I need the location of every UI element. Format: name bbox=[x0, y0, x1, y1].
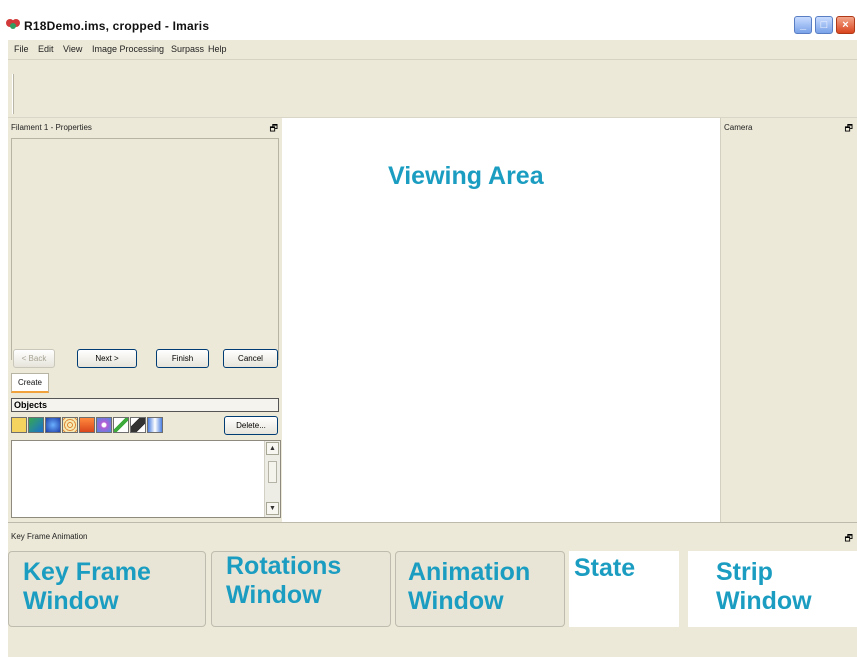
menu-bar: File Edit View Image Processing Surpass … bbox=[8, 40, 857, 60]
animation-window[interactable]: Animation Window bbox=[395, 551, 565, 627]
objects-header: Objects bbox=[11, 398, 279, 412]
filaments-icon[interactable] bbox=[113, 417, 129, 433]
menu-edit[interactable]: Edit bbox=[38, 44, 54, 54]
minimize-button[interactable]: _ bbox=[794, 16, 812, 34]
scroll-down-icon[interactable]: ▼ bbox=[266, 502, 279, 515]
objects-list[interactable]: ▲ ▼ bbox=[11, 440, 281, 518]
clipping-plane-icon[interactable] bbox=[130, 417, 146, 433]
rotations-window-line2: Window bbox=[226, 581, 322, 609]
properties-body bbox=[11, 138, 279, 360]
strip-window[interactable]: Strip Window bbox=[688, 551, 857, 627]
toolbar bbox=[8, 60, 857, 118]
imaris-app-icon bbox=[6, 19, 20, 29]
key-frame-animation-panel: Key Frame Animation 🗗 Key Frame Window R… bbox=[8, 522, 857, 657]
measurement-points-icon[interactable] bbox=[79, 417, 95, 433]
camera-title: Camera bbox=[724, 123, 753, 132]
new-folder-icon[interactable] bbox=[11, 417, 27, 433]
rotations-window[interactable]: Rotations Window bbox=[211, 551, 391, 627]
key-frame-title: Key Frame Animation bbox=[11, 532, 88, 541]
delete-button[interactable]: Delete... bbox=[224, 416, 278, 435]
cancel-button[interactable]: Cancel bbox=[223, 349, 278, 368]
camera-header: Camera bbox=[721, 118, 857, 135]
menu-image-processing[interactable]: Image Processing bbox=[92, 44, 164, 54]
key-frame-header: Key Frame Animation bbox=[8, 523, 857, 541]
close-button[interactable]: × bbox=[836, 16, 855, 34]
maximize-button[interactable]: □ bbox=[815, 16, 833, 34]
menu-view[interactable]: View bbox=[63, 44, 82, 54]
key-frame-window-line2: Window bbox=[23, 587, 119, 615]
animation-window-line1: Animation bbox=[408, 558, 531, 586]
properties-header: Filament 1 - Properties bbox=[8, 118, 282, 135]
key-frame-window-line1: Key Frame bbox=[23, 558, 151, 586]
state-window[interactable]: State bbox=[569, 551, 679, 627]
object-toolbar bbox=[11, 415, 211, 435]
strip-window-line2: Window bbox=[716, 587, 812, 615]
tab-create[interactable]: Create bbox=[11, 373, 49, 393]
reference-frame-icon[interactable] bbox=[147, 417, 163, 433]
key-frame-window[interactable]: Key Frame Window bbox=[8, 551, 206, 627]
objects-scrollbar[interactable]: ▲ ▼ bbox=[264, 441, 280, 517]
toolbar-grip[interactable] bbox=[12, 74, 14, 114]
rotations-window-line1: Rotations bbox=[226, 552, 342, 580]
properties-title: Filament 1 - Properties bbox=[11, 123, 92, 132]
viewing-area[interactable]: Viewing Area bbox=[282, 118, 720, 522]
surfaces-icon[interactable] bbox=[45, 417, 61, 433]
volume-icon[interactable] bbox=[28, 417, 44, 433]
menu-surpass[interactable]: Surpass bbox=[171, 44, 204, 54]
scroll-up-icon[interactable]: ▲ bbox=[266, 442, 279, 455]
window-title: R18Demo.ims, cropped - Imaris bbox=[24, 19, 210, 33]
spots-icon[interactable] bbox=[62, 417, 78, 433]
camera-panel: Camera 🗗 bbox=[720, 118, 857, 522]
back-button[interactable]: < Back bbox=[13, 349, 55, 368]
properties-float-icon[interactable]: 🗗 bbox=[270, 121, 278, 137]
properties-panel: Filament 1 - Properties 🗗 < Back Next > … bbox=[8, 118, 282, 522]
viewing-area-label: Viewing Area bbox=[388, 162, 544, 190]
camera-float-icon[interactable]: 🗗 bbox=[845, 121, 853, 137]
strip-window-line1: Strip bbox=[716, 558, 773, 586]
menu-help[interactable]: Help bbox=[208, 44, 227, 54]
animation-window-line2: Window bbox=[408, 587, 504, 615]
key-frame-float-icon[interactable]: 🗗 bbox=[845, 531, 853, 547]
scroll-thumb[interactable] bbox=[268, 461, 277, 483]
finish-button[interactable]: Finish bbox=[156, 349, 209, 368]
next-button[interactable]: Next > bbox=[77, 349, 137, 368]
menu-file[interactable]: File bbox=[14, 44, 29, 54]
cells-icon[interactable] bbox=[96, 417, 112, 433]
title-bar: R18Demo.ims, cropped - Imaris _ □ × bbox=[0, 0, 857, 40]
state-window-line1: State bbox=[574, 554, 636, 582]
